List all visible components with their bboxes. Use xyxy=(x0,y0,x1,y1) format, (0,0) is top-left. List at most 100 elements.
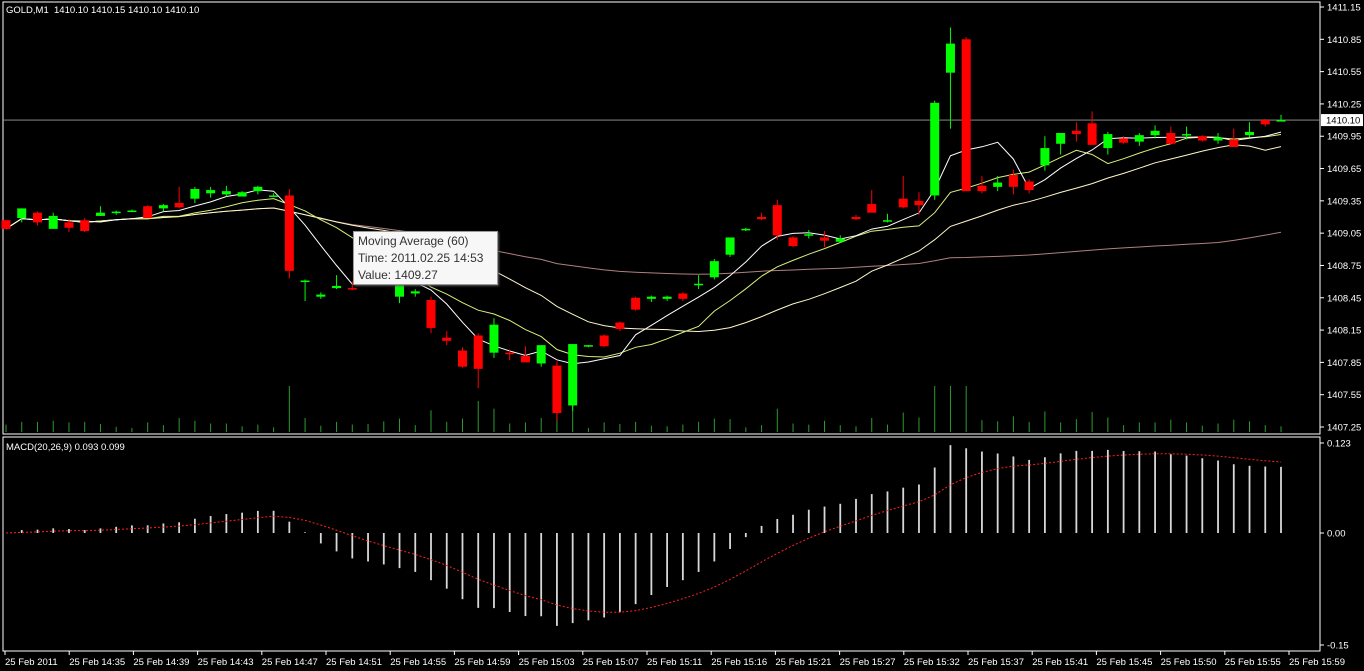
bear-candle[interactable] xyxy=(505,352,515,355)
bull-candle[interactable] xyxy=(237,192,247,197)
bull-candle[interactable] xyxy=(945,43,955,73)
bull-candle[interactable] xyxy=(1134,135,1144,142)
price-tick-label: 1407.85 xyxy=(1327,358,1361,369)
time-tick-label: 25 Feb 14:43 xyxy=(198,657,254,668)
bear-candle[interactable] xyxy=(898,198,908,208)
bull-candle[interactable] xyxy=(1213,137,1223,141)
bear-candle[interactable] xyxy=(914,200,924,206)
bull-candle[interactable] xyxy=(583,345,593,347)
bear-candle[interactable] xyxy=(80,220,90,231)
bull-candle[interactable] xyxy=(1056,133,1066,144)
bear-candle[interactable] xyxy=(772,205,782,236)
bull-candle[interactable] xyxy=(221,191,231,195)
bear-candle[interactable] xyxy=(615,322,625,329)
bull-candle[interactable] xyxy=(1040,148,1050,166)
bull-candle[interactable] xyxy=(410,291,420,294)
bull-candle[interactable] xyxy=(158,205,168,209)
bull-candle[interactable] xyxy=(882,220,892,222)
bull-candle[interactable] xyxy=(395,284,405,297)
macd-chart-frame xyxy=(2,436,1321,652)
bull-candle[interactable] xyxy=(709,261,719,278)
bull-candle[interactable] xyxy=(95,212,105,216)
bull-candle[interactable] xyxy=(206,190,216,194)
bull-candle[interactable] xyxy=(741,228,751,231)
bull-candle[interactable] xyxy=(646,296,656,299)
bear-candle[interactable] xyxy=(1024,181,1034,191)
bear-candle[interactable] xyxy=(426,299,436,328)
bear-candle[interactable] xyxy=(820,237,830,241)
time-tick-label: 25 Feb 15:41 xyxy=(1032,657,1088,668)
bear-candle[interactable] xyxy=(284,195,294,271)
price-tick-label: 1409.95 xyxy=(1327,132,1361,143)
bear-candle[interactable] xyxy=(174,203,184,208)
moving-average-20-line xyxy=(5,144,1282,333)
bear-candle[interactable] xyxy=(1071,130,1081,135)
bull-candle[interactable] xyxy=(111,211,121,214)
price-tick-label: 1409.05 xyxy=(1327,229,1361,240)
bear-candle[interactable] xyxy=(143,206,153,219)
bull-candle[interactable] xyxy=(332,285,342,289)
price-tick-label: 1407.55 xyxy=(1327,390,1361,401)
bull-candle[interactable] xyxy=(725,237,735,255)
bull-candle[interactable] xyxy=(17,208,27,219)
bull-candle[interactable] xyxy=(269,195,279,197)
bull-candle[interactable] xyxy=(662,296,672,299)
bull-candle[interactable] xyxy=(253,186,263,192)
bull-candle[interactable] xyxy=(1182,134,1192,136)
bull-candle[interactable] xyxy=(127,210,137,213)
bear-candle[interactable] xyxy=(678,293,688,299)
time-tick-label: 25 Feb 14:39 xyxy=(133,657,189,668)
bear-candle[interactable] xyxy=(1260,120,1270,125)
bear-candle[interactable] xyxy=(599,335,609,347)
bull-candle[interactable] xyxy=(190,189,200,199)
bull-candle[interactable] xyxy=(536,345,546,364)
bear-candle[interactable] xyxy=(552,365,562,413)
bull-candle[interactable] xyxy=(300,280,310,283)
bear-candle[interactable] xyxy=(32,212,42,223)
time-tick-label: 25 Feb 15:45 xyxy=(1096,657,1152,668)
time-tick-label: 25 Feb 14:51 xyxy=(326,657,382,668)
bear-candle[interactable] xyxy=(757,217,767,220)
bear-candle[interactable] xyxy=(1197,136,1207,141)
bear-candle[interactable] xyxy=(520,355,530,363)
macd-tick-label: 0.123 xyxy=(1327,439,1351,450)
bull-candle[interactable] xyxy=(835,238,845,242)
bear-candle[interactable] xyxy=(1119,138,1129,143)
bull-candle[interactable] xyxy=(1150,130,1160,136)
bull-candle[interactable] xyxy=(316,294,326,297)
bull-candle[interactable] xyxy=(48,215,58,229)
bear-candle[interactable] xyxy=(1087,123,1097,145)
moving-average-tooltip: Moving Average (60) Time: 2011.02.25 14:… xyxy=(353,231,498,285)
bear-candle[interactable] xyxy=(961,39,971,192)
bear-candle[interactable] xyxy=(1166,133,1176,144)
bull-candle[interactable] xyxy=(993,182,1003,187)
bull-candle[interactable] xyxy=(489,324,499,353)
price-tick-label: 1411.15 xyxy=(1327,3,1361,14)
macd-tick-label: 0.00 xyxy=(1327,529,1346,540)
bear-candle[interactable] xyxy=(442,337,452,341)
bull-candle[interactable] xyxy=(804,234,814,236)
bear-candle[interactable] xyxy=(64,222,74,228)
bear-candle[interactable] xyxy=(851,217,861,220)
price-tick-label: 1409.35 xyxy=(1327,196,1361,207)
bear-candle[interactable] xyxy=(457,350,467,367)
bear-candle[interactable] xyxy=(631,297,641,310)
bull-candle[interactable] xyxy=(1276,120,1286,122)
bear-candle[interactable] xyxy=(788,237,798,247)
trading-chart[interactable]: 1411.15 1410.85 1410.55 1410.25 1409.95 1409.… xyxy=(0,0,1364,671)
bull-candle[interactable] xyxy=(930,102,940,196)
bear-candle[interactable] xyxy=(1229,139,1239,147)
bear-candle[interactable] xyxy=(867,204,877,213)
bear-candle[interactable] xyxy=(1008,175,1018,187)
bear-candle[interactable] xyxy=(347,288,357,290)
bear-candle[interactable] xyxy=(977,185,987,192)
bull-candle[interactable] xyxy=(1245,131,1255,136)
tooltip-time: Time: 2011.02.25 14:53 xyxy=(358,251,484,265)
bull-candle[interactable] xyxy=(1103,134,1113,149)
time-tick-label: 25 Feb 14:47 xyxy=(262,657,318,668)
bear-candle[interactable] xyxy=(1,220,11,229)
bull-candle[interactable] xyxy=(568,344,578,406)
bear-candle[interactable] xyxy=(473,335,483,369)
price-tick-label: 1410.55 xyxy=(1327,67,1361,78)
bull-candle[interactable] xyxy=(694,283,704,286)
